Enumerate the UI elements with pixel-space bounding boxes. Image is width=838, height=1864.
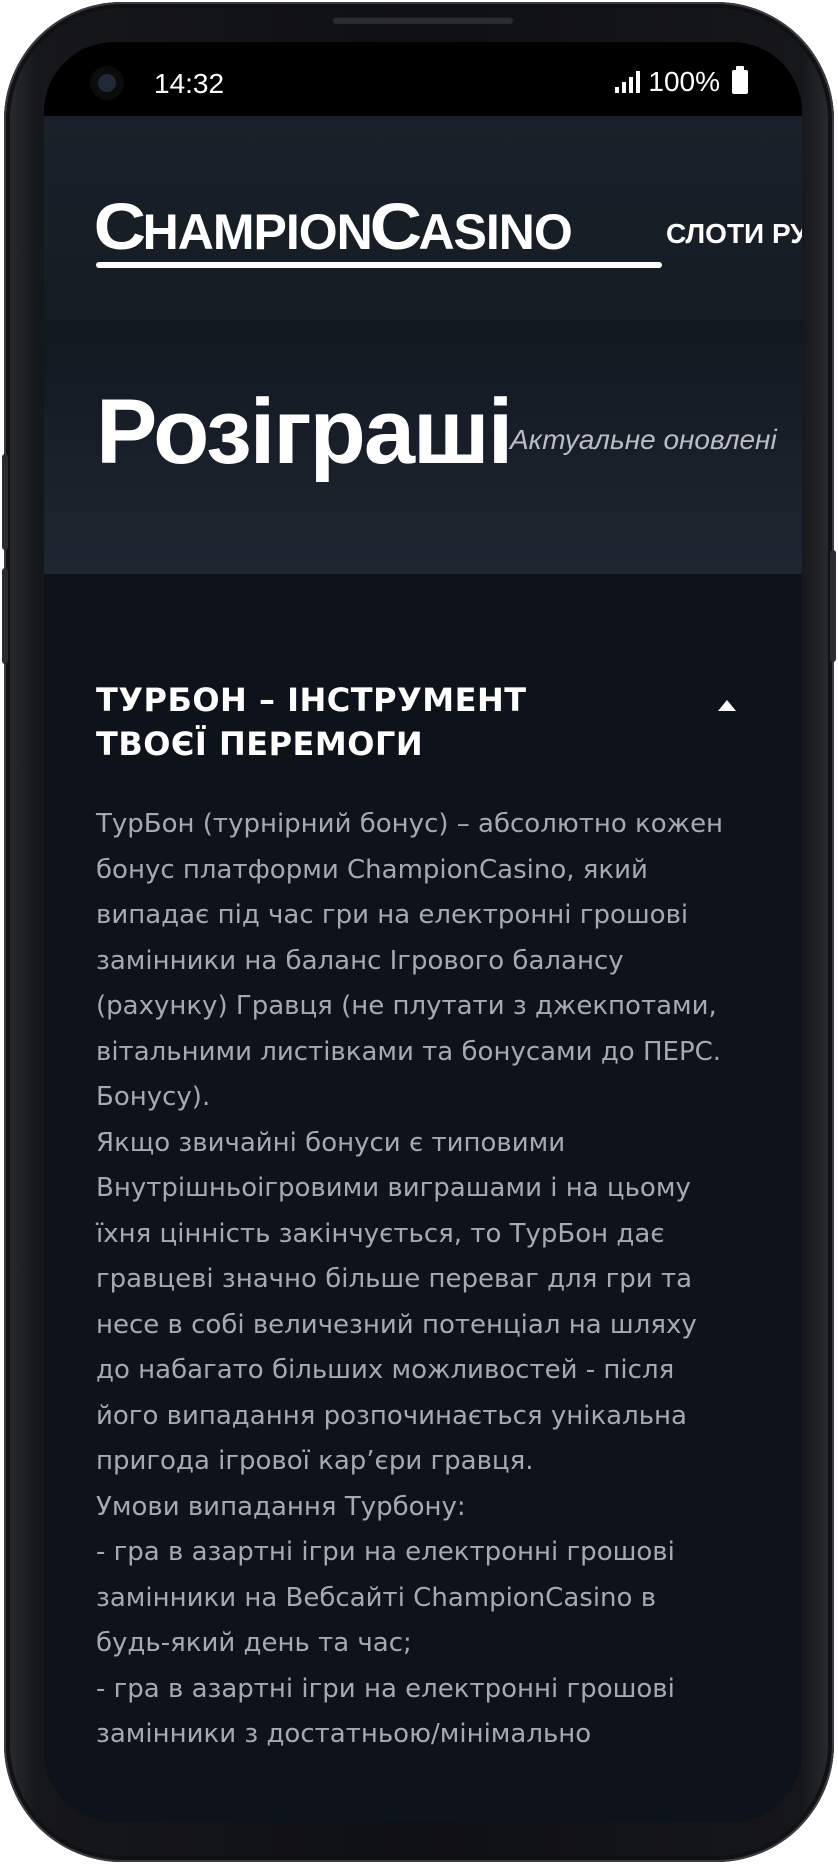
- earpiece-speaker: [332, 16, 514, 24]
- side-button-right: [830, 550, 836, 662]
- page-content: ТУРБОН – ІНСТРУМЕНТ ТВОЄЇ ПЕРЕМОГИ ТурБо…: [44, 574, 802, 1822]
- battery-icon: [732, 66, 748, 94]
- site-header: CHAMPIONCASINO СЛОТИ РУ: [44, 116, 802, 320]
- body-paragraph: Якщо звичайні бонуси є типовими Внутрішн…: [96, 1127, 697, 1477]
- accordion-title: ТУРБОН – ІНСТРУМЕНТ ТВОЄЇ ПЕРЕМОГИ: [96, 678, 576, 766]
- nav-item-slots[interactable]: СЛОТИ РУ: [666, 218, 802, 250]
- site-logo[interactable]: CHAMPIONCASINO: [93, 189, 573, 263]
- battery-percent: 100%: [648, 66, 720, 97]
- page-subtitle: Актуальне оновлені: [510, 424, 777, 455]
- body-paragraph: Умови випадання Турбону:: [96, 1491, 466, 1522]
- body-paragraph: ТурБон (турнірний бонус) – абсолютно кож…: [96, 809, 724, 1112]
- page-title: Розіграші: [96, 381, 513, 483]
- status-time: 14:32: [154, 68, 225, 99]
- power-button-left: [2, 568, 8, 664]
- front-camera: [98, 74, 116, 92]
- accordion-toggle[interactable]: ТУРБОН – ІНСТРУМЕНТ ТВОЄЇ ПЕРЕМОГИ: [96, 678, 736, 766]
- accordion-body: ТурБон (турнірний бонус) – абсолютно кож…: [96, 802, 736, 1758]
- signal-icon: [615, 71, 641, 93]
- chevron-up-icon[interactable]: [718, 700, 736, 711]
- volume-button: [2, 454, 8, 550]
- logo-text: CHAMPIONCASINO: [93, 189, 573, 263]
- phone-screen: 14:32 100% CHAMPIONCASINO СЛОТИ РУ Розіг…: [44, 42, 802, 1822]
- body-paragraph: - гра в азартні ігри на електронні грошо…: [96, 1537, 675, 1658]
- page-hero: Розіграші Актуальне оновлені: [44, 320, 802, 574]
- accordion-title-line: ТВОЄЇ ПЕРЕМОГИ: [96, 725, 424, 763]
- accordion-title-line: ТУРБОН – ІНСТРУМЕНТ: [96, 681, 527, 719]
- phone-frame: 14:32 100% CHAMPIONCASINO СЛОТИ РУ Розіг…: [2, 2, 836, 1862]
- body-paragraph: - гра в азартні ігри на електронні грошо…: [96, 1673, 675, 1750]
- logo-underline: [96, 262, 662, 268]
- status-bar: 14:32 100%: [44, 42, 802, 116]
- status-indicators: 100%: [615, 66, 748, 98]
